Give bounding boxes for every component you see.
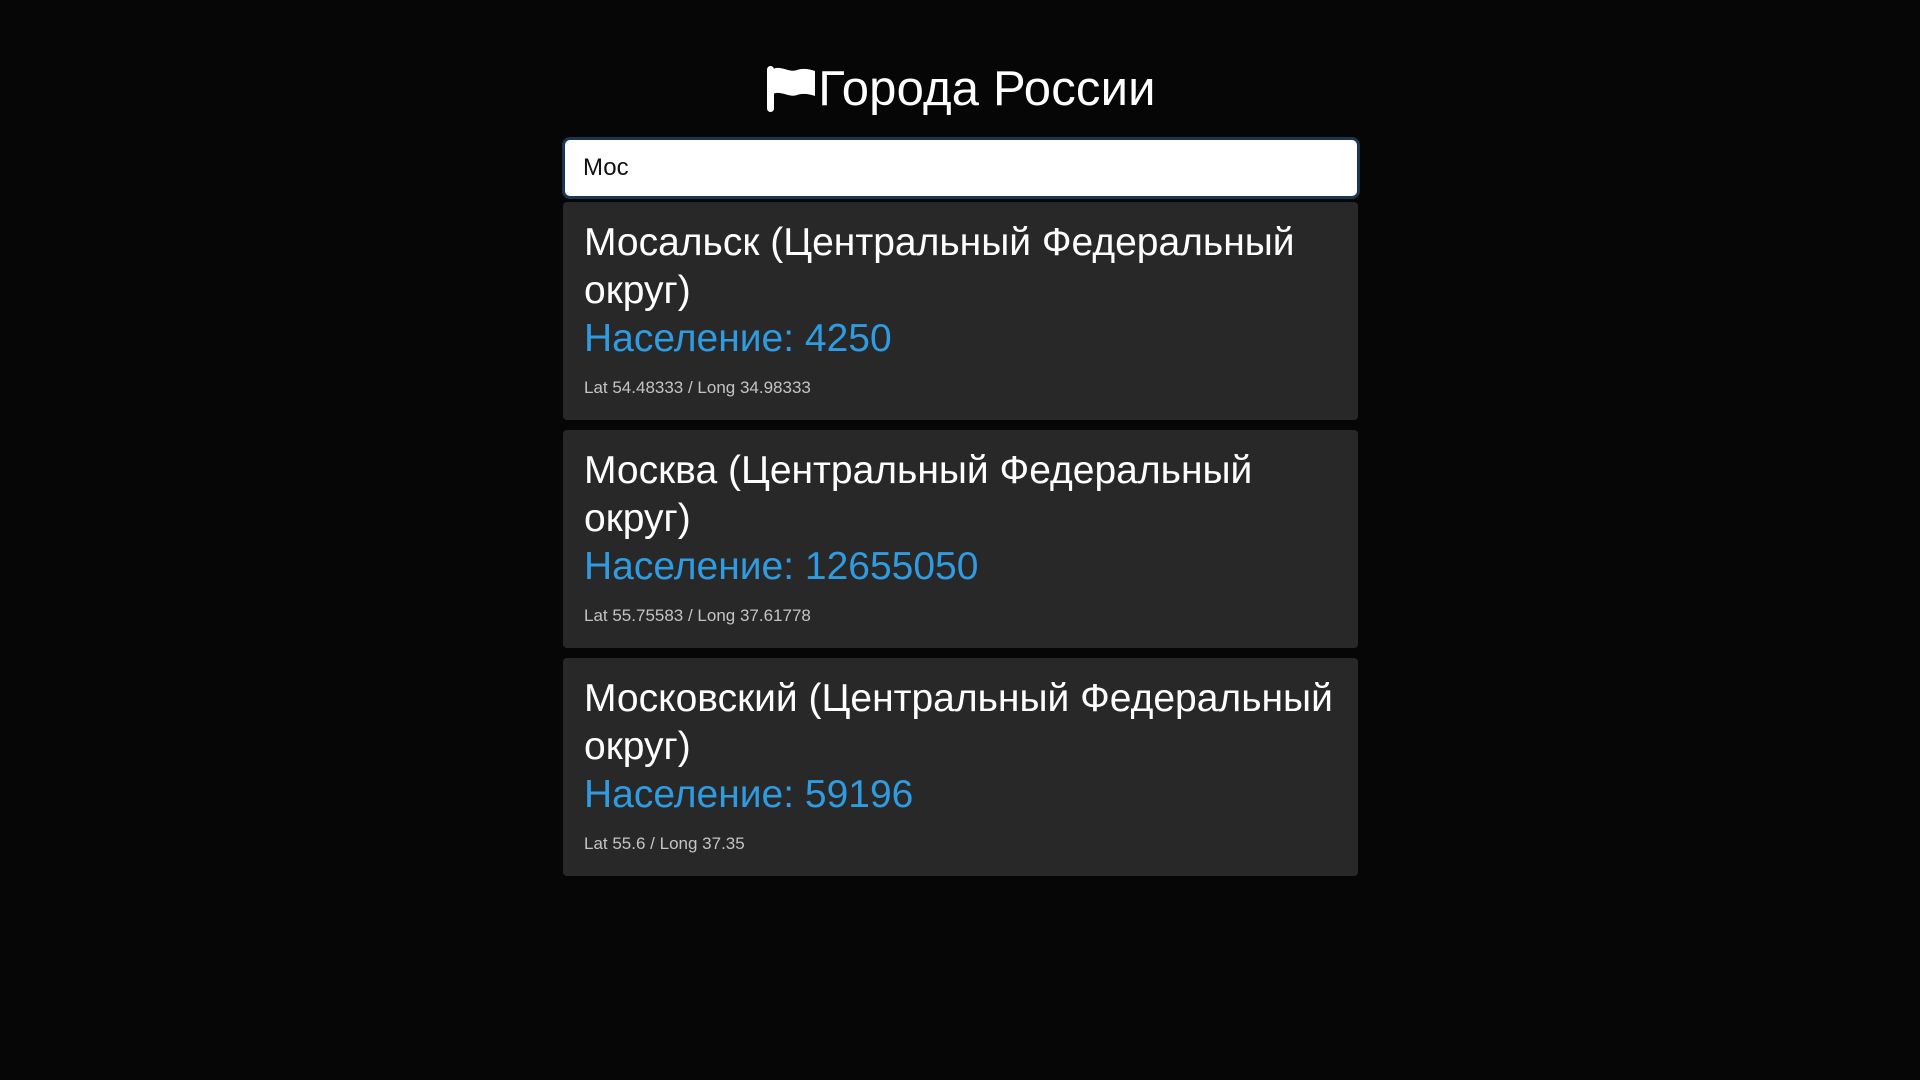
city-population: Население: 12655050 (584, 545, 979, 588)
city-card-moskva[interactable]: Москва (Центральный Федеральный округ) Н… (563, 430, 1358, 648)
city-card-moskovsky[interactable]: Московский (Центральный Федеральный окру… (563, 658, 1358, 876)
city-coordinates: Lat 54.48333 / Long 34.98333 (584, 378, 811, 397)
city-name: Москва (Центральный Федеральный округ) (584, 449, 1253, 540)
city-population: Население: 59196 (584, 773, 914, 816)
results-list: Мосальск (Центральный Федеральный округ)… (563, 202, 1358, 886)
search-input[interactable] (565, 140, 1357, 196)
city-name: Мосальск (Центральный Федеральный округ) (584, 221, 1295, 312)
city-name: Московский (Центральный Федеральный окру… (584, 677, 1333, 768)
flag-icon (764, 63, 816, 115)
city-coordinates: Lat 55.6 / Long 37.35 (584, 834, 745, 853)
page-title: Города России (818, 62, 1156, 116)
city-card-mosalsk[interactable]: Мосальск (Центральный Федеральный округ)… (563, 202, 1358, 420)
search-box (562, 137, 1360, 199)
page-header: Города России (0, 58, 1920, 120)
app-root: Города России Мосальск (Центральный Феде… (0, 0, 1920, 1080)
city-coordinates: Lat 55.75583 / Long 37.61778 (584, 606, 811, 625)
city-population: Население: 4250 (584, 317, 892, 360)
